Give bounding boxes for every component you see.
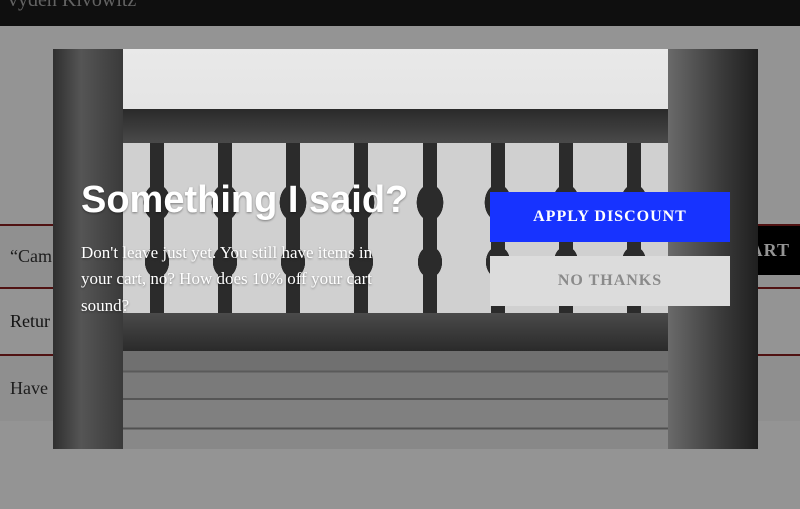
apply-discount-button[interactable]: APPLY DISCOUNT bbox=[490, 192, 730, 242]
exit-intent-modal: Something I said? Don't leave just yet. … bbox=[53, 49, 758, 449]
modal-heading: Something I said? bbox=[81, 179, 470, 222]
modal-body: Don't leave just yet. You still have ite… bbox=[81, 240, 381, 319]
no-thanks-button[interactable]: NO THANKS bbox=[490, 256, 730, 306]
